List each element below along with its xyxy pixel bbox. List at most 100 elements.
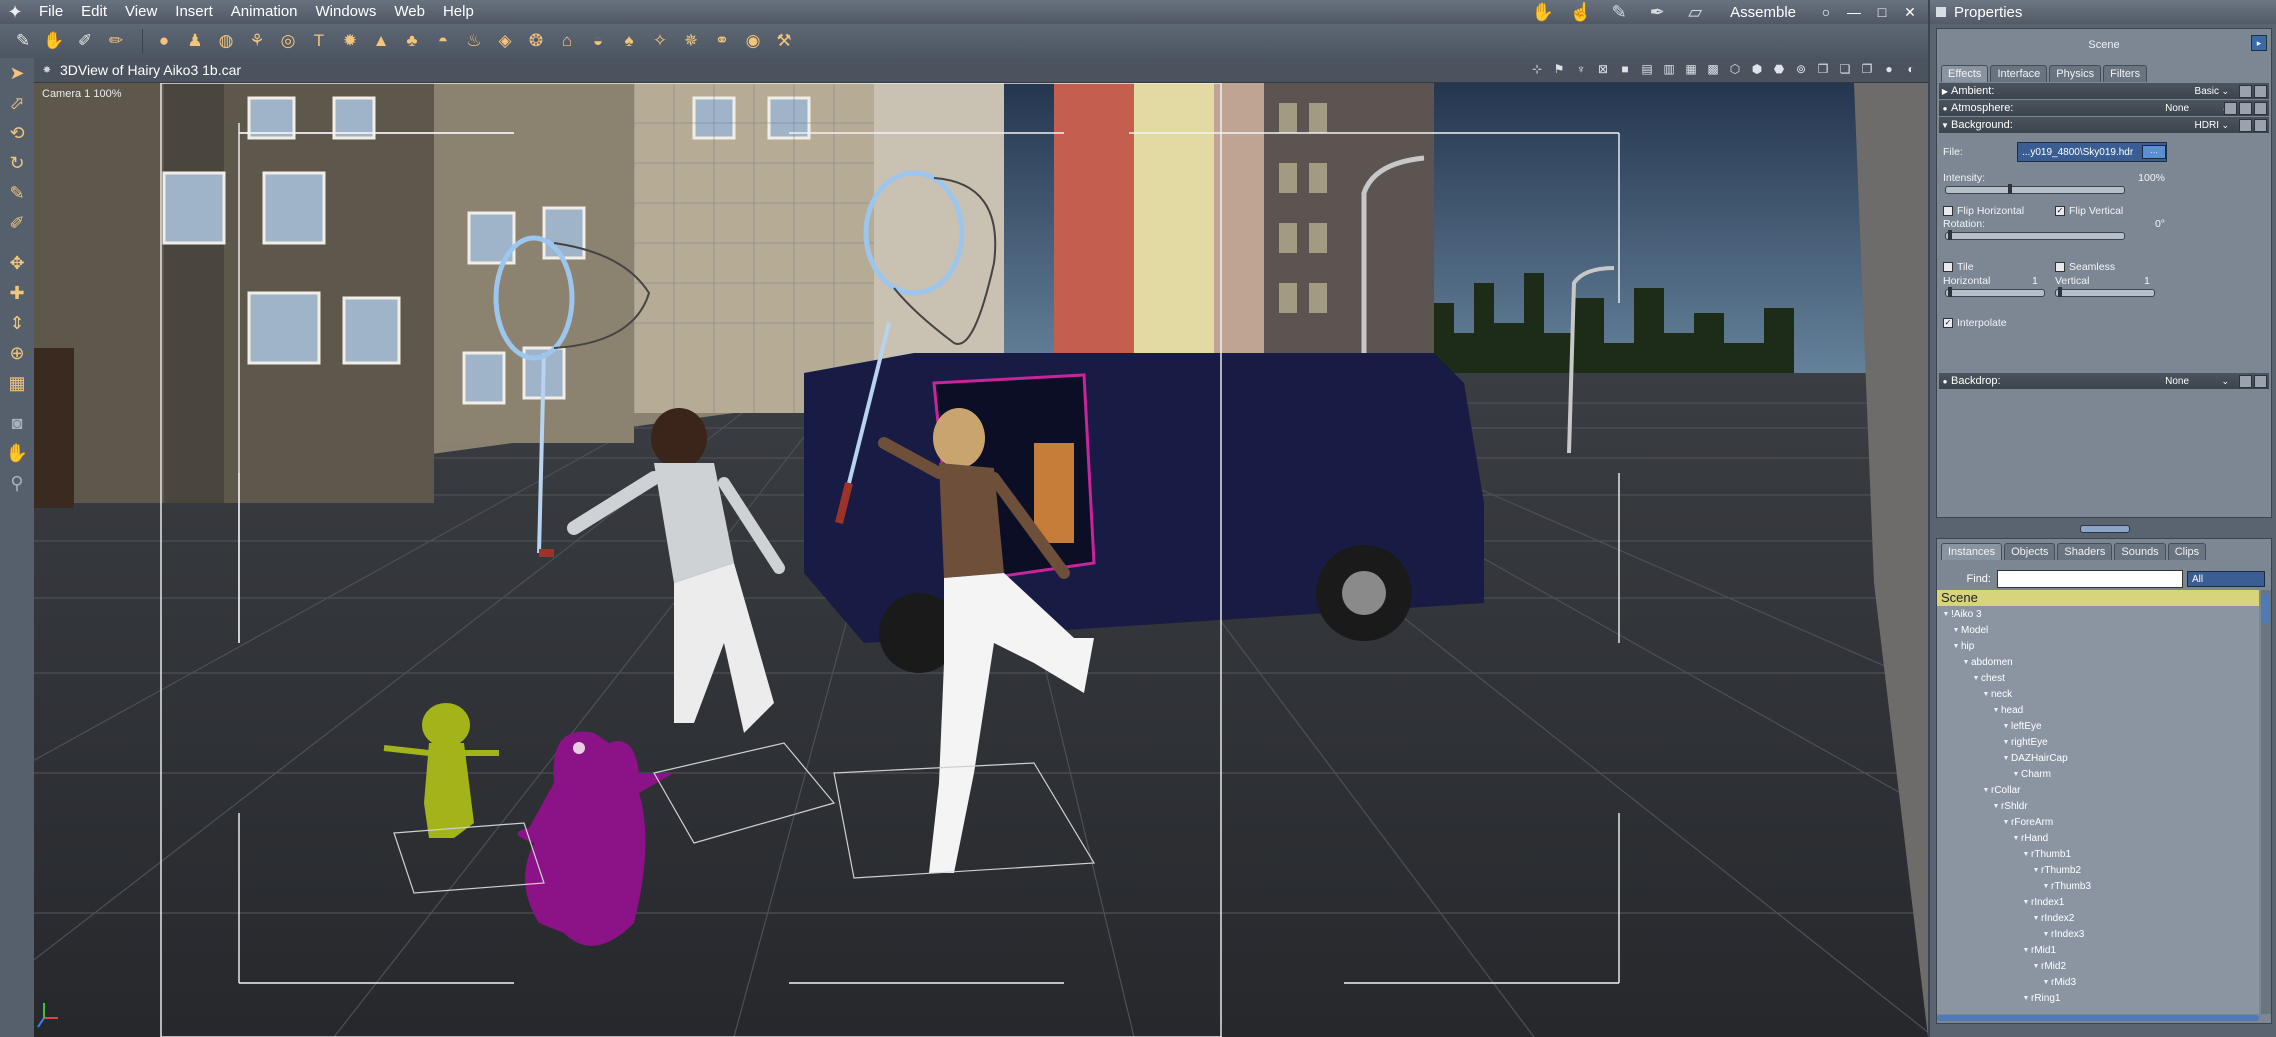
- tree-node[interactable]: ▼ head: [1937, 702, 2259, 718]
- tree-icon[interactable]: ♣: [399, 28, 425, 54]
- tree-node[interactable]: ▼ neck: [1937, 686, 2259, 702]
- slider-knob[interactable]: [1948, 287, 1952, 297]
- feather-icon[interactable]: ✐: [72, 28, 98, 54]
- scrollbar-thumb[interactable]: [2262, 594, 2270, 624]
- smooth-box-icon[interactable]: ❏: [1836, 60, 1854, 78]
- lock-icon[interactable]: [2254, 84, 2267, 98]
- grid-tool-icon[interactable]: ▦: [0, 368, 34, 398]
- house-icon[interactable]: ⌂: [554, 28, 580, 54]
- ambient-value[interactable]: Basic: [2195, 86, 2219, 97]
- scene-options-icon[interactable]: ▸: [2251, 35, 2267, 51]
- menu-help[interactable]: Help: [434, 0, 483, 24]
- expand-arrow-icon[interactable]: ▶: [1939, 87, 1951, 96]
- menu-windows[interactable]: Windows: [307, 0, 386, 24]
- zoom-icon[interactable]: ⚲: [0, 468, 34, 498]
- vertical-slider[interactable]: [2055, 287, 2155, 297]
- fx-icon[interactable]: ❂: [523, 28, 549, 54]
- keyframe-icon[interactable]: [2239, 84, 2252, 98]
- collapse-arrow-icon[interactable]: ▼: [1939, 121, 1951, 130]
- horizontal-scrollbar[interactable]: [1937, 1015, 2259, 1021]
- panel-handle-icon[interactable]: [1936, 7, 1946, 17]
- tree-expand-icon[interactable]: ▼: [2041, 883, 2051, 890]
- menu-view[interactable]: View: [116, 0, 166, 24]
- tile-checkbox[interactable]: Tile: [1943, 261, 1974, 273]
- paint-icon[interactable]: ✏: [103, 28, 129, 54]
- background-value[interactable]: HDRI: [2195, 120, 2219, 131]
- dropdown-icon[interactable]: ⌄: [2221, 86, 2229, 97]
- tree-expand-icon[interactable]: ▼: [1951, 627, 1961, 634]
- maximize-button[interactable]: □: [1874, 4, 1890, 20]
- texture-sphere-icon[interactable]: ◐: [1902, 60, 1920, 78]
- minimize-button[interactable]: —: [1846, 4, 1862, 20]
- bones-icon[interactable]: ⚘: [244, 28, 270, 54]
- panel-splitter[interactable]: [2080, 525, 2130, 533]
- seamless-checkbox[interactable]: Seamless: [2055, 261, 2115, 273]
- close-button[interactable]: ✕: [1902, 4, 1918, 21]
- shaded-box-icon[interactable]: ❐: [1858, 60, 1876, 78]
- dropdown-icon[interactable]: ⌄: [2221, 376, 2229, 387]
- tab-clips[interactable]: Clips: [2167, 543, 2207, 560]
- tree-node[interactable]: ▼ Model: [1937, 622, 2259, 638]
- tree-node[interactable]: ▼ rThumb2: [1937, 862, 2259, 878]
- menu-edit[interactable]: Edit: [72, 0, 116, 24]
- pose-tool-icon[interactable]: ☝: [1568, 2, 1594, 22]
- move-icon[interactable]: ✥: [0, 248, 34, 278]
- tab-interface[interactable]: Interface: [1990, 65, 2048, 82]
- perspective-icon[interactable]: ⬡: [1726, 60, 1744, 78]
- tree-expand-icon[interactable]: ▼: [1971, 675, 1981, 682]
- tree-expand-icon[interactable]: ▼: [2041, 979, 2051, 986]
- tree-scrollbar[interactable]: [2261, 590, 2271, 1014]
- tree-expand-icon[interactable]: ▼: [2021, 899, 2031, 906]
- room-name[interactable]: Assemble: [1730, 4, 1796, 21]
- axis-icon[interactable]: ⊹: [1528, 60, 1546, 78]
- quad-view-icon[interactable]: ▦: [1682, 60, 1700, 78]
- menu-file[interactable]: File: [30, 0, 72, 24]
- network-icon[interactable]: ⚭: [709, 28, 735, 54]
- cube-icon[interactable]: ❒: [1814, 60, 1832, 78]
- checkbox-box[interactable]: [2055, 262, 2065, 272]
- app-logo-icon[interactable]: ✦: [0, 2, 30, 23]
- lock-icon[interactable]: [2254, 374, 2267, 388]
- render-sphere-icon[interactable]: ●: [1880, 60, 1898, 78]
- atmosphere-value[interactable]: None: [2165, 103, 2189, 114]
- tree-node[interactable]: ▼ rMid2: [1937, 958, 2259, 974]
- keyframe-icon[interactable]: [2239, 374, 2252, 388]
- checkbox-box[interactable]: ✓: [2055, 206, 2065, 216]
- tree-node[interactable]: ▼ rIndex1: [1937, 894, 2259, 910]
- lock-icon[interactable]: [2254, 118, 2267, 132]
- tree-node[interactable]: ▼ DAZHairCap: [1937, 750, 2259, 766]
- tree-expand-icon[interactable]: ▼: [2001, 723, 2011, 730]
- backdrop-row[interactable]: ● Backdrop: None ⌄: [1939, 373, 2269, 389]
- wrench-icon[interactable]: ⚒: [771, 28, 797, 54]
- filter-select[interactable]: All: [2187, 571, 2265, 587]
- tree-node[interactable]: ▼ rCollar: [1937, 782, 2259, 798]
- tree-expand-icon[interactable]: ▼: [1981, 787, 1991, 794]
- text-icon[interactable]: T: [306, 28, 332, 54]
- orbit-icon[interactable]: ⊕: [0, 338, 34, 368]
- wireframe-icon[interactable]: ⊠: [1594, 60, 1612, 78]
- menu-animation[interactable]: Animation: [222, 0, 307, 24]
- backdrop-value[interactable]: None: [2165, 376, 2189, 387]
- five-view-icon[interactable]: ▩: [1704, 60, 1722, 78]
- spider-icon[interactable]: ✵: [678, 28, 704, 54]
- tree-expand-icon[interactable]: ▼: [2001, 755, 2011, 762]
- target-icon[interactable]: ◎: [275, 28, 301, 54]
- globe-icon[interactable]: ◍: [213, 28, 239, 54]
- tree-node[interactable]: ▼ rMid1: [1937, 942, 2259, 958]
- tree-expand-icon[interactable]: ▼: [2001, 819, 2011, 826]
- tree-expand-icon[interactable]: ▼: [2041, 931, 2051, 938]
- glove-icon[interactable]: ✋: [41, 28, 67, 54]
- tab-objects[interactable]: Objects: [2004, 543, 2056, 560]
- split-view-icon[interactable]: ▤: [1638, 60, 1656, 78]
- slider-knob[interactable]: [2007, 184, 2012, 194]
- tab-physics[interactable]: Physics: [2049, 65, 2102, 82]
- tree-node[interactable]: ▼ rThumb3: [1937, 878, 2259, 894]
- edit-icon[interactable]: [2254, 101, 2267, 115]
- tab-shaders[interactable]: Shaders: [2057, 543, 2113, 560]
- tree-node[interactable]: ▼ !Aiko 3: [1937, 606, 2259, 622]
- tree-expand-icon[interactable]: ▼: [1991, 803, 2001, 810]
- dish-icon[interactable]: ◓: [430, 28, 456, 54]
- pen-icon[interactable]: ✒: [1644, 2, 1670, 22]
- select-arrow-icon[interactable]: ➤: [0, 58, 34, 88]
- horizontal-slider[interactable]: [1945, 287, 2045, 297]
